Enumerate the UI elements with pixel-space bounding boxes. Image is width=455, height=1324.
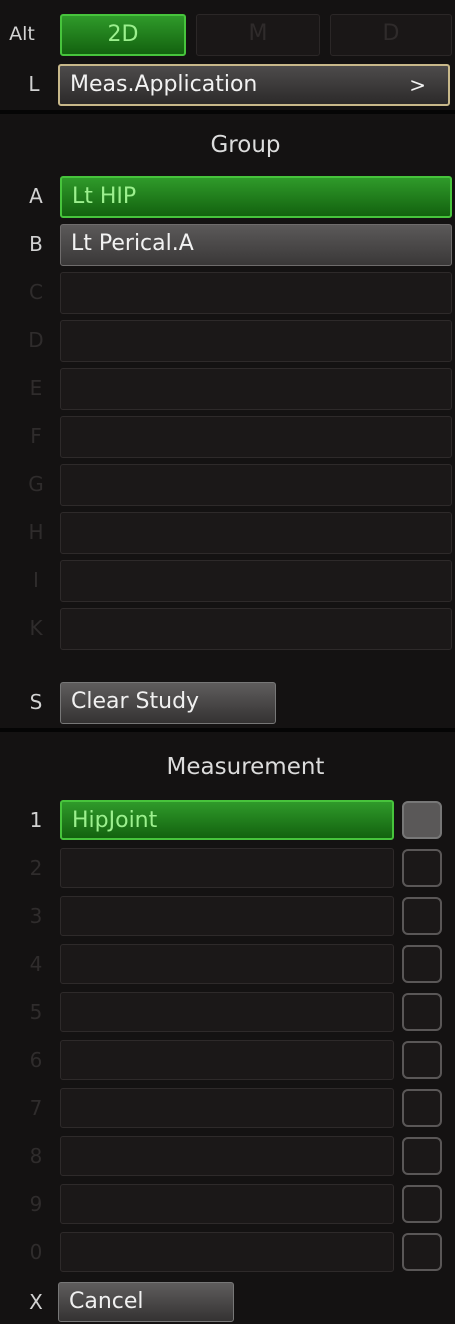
mode-d-button[interactable]: D [330, 14, 452, 56]
measurement-key-label: 0 [29, 1240, 43, 1264]
measurement-checkbox[interactable] [402, 1041, 442, 1079]
group-item-b[interactable]: Lt Perical.A [60, 224, 452, 266]
measurement-checkbox[interactable] [402, 945, 442, 983]
measurement-item-2[interactable] [60, 848, 394, 888]
meas-application-button[interactable]: Meas.Application > [58, 64, 450, 106]
group-item-i[interactable] [60, 560, 452, 602]
measurement-item-0[interactable] [60, 1232, 394, 1272]
group-item-k[interactable] [60, 608, 452, 650]
cancel-key-label: X [29, 1290, 43, 1314]
group-item-f[interactable] [60, 416, 452, 458]
group-item-h[interactable] [60, 512, 452, 554]
group-key-label: K [29, 616, 43, 640]
measurement-key-label: 1 [29, 808, 43, 832]
measurement-key-label: 2 [29, 856, 43, 880]
chevron-right-icon: > [409, 73, 426, 97]
measurement-item-3[interactable] [60, 896, 394, 936]
measurement-checkbox[interactable] [402, 1089, 442, 1127]
group-item-e[interactable] [60, 368, 452, 410]
measurement-checkbox[interactable] [402, 849, 442, 887]
group-key-label: E [29, 376, 43, 400]
measurement-checkbox[interactable] [402, 1185, 442, 1223]
group-key-label: C [29, 280, 43, 304]
group-item-c[interactable] [60, 272, 452, 314]
measurement-key-label: 9 [29, 1192, 43, 1216]
mode-panel: Alt 2D M D L Meas.Application > [0, 0, 455, 110]
measurement-key-label: 4 [29, 952, 43, 976]
clear-study-button[interactable]: Clear Study [60, 682, 276, 724]
measurement-item-8[interactable] [60, 1136, 394, 1176]
measurement-item-5[interactable] [60, 992, 394, 1032]
measurement-item-9[interactable] [60, 1184, 394, 1224]
l-key-label: L [28, 72, 40, 96]
measurement-key-label: 3 [29, 904, 43, 928]
measurement-item-4[interactable] [60, 944, 394, 984]
group-item-d[interactable] [60, 320, 452, 362]
measurement-panel: Measurement 1 HipJoint 2 3 4 5 6 7 8 9 0 X Cancel [0, 732, 455, 1324]
measurement-key-label: 8 [29, 1144, 43, 1168]
measurement-item-1[interactable]: HipJoint [60, 800, 394, 840]
group-key-label: A [29, 184, 43, 208]
measurement-key-label: 7 [29, 1096, 43, 1120]
measurement-key-label: 6 [29, 1048, 43, 1072]
group-item-a[interactable]: Lt HIP [60, 176, 452, 218]
meas-application-label: Meas.Application [70, 72, 258, 97]
measurement-key-label: 5 [29, 1000, 43, 1024]
measurement-checkbox[interactable] [402, 993, 442, 1031]
measurement-item-7[interactable] [60, 1088, 394, 1128]
group-key-label: G [28, 472, 44, 496]
clear-study-key-label: S [29, 690, 43, 714]
group-key-label: D [28, 328, 44, 352]
group-key-label: B [29, 232, 43, 256]
group-key-label: I [33, 568, 39, 592]
cancel-button[interactable]: Cancel [58, 1282, 234, 1322]
measurement-checkbox[interactable] [402, 1137, 442, 1175]
measurement-item-6[interactable] [60, 1040, 394, 1080]
measurement-header: Measurement [166, 754, 325, 780]
mode-2d-button[interactable]: 2D [60, 14, 186, 56]
group-key-label: H [28, 520, 44, 544]
group-header: Group [210, 132, 281, 158]
measurement-checkbox[interactable] [402, 897, 442, 935]
measurement-checkbox[interactable] [402, 801, 442, 839]
group-key-label: F [30, 424, 42, 448]
mode-m-button[interactable]: M [196, 14, 320, 56]
measurement-checkbox[interactable] [402, 1233, 442, 1271]
alt-key-label: Alt [9, 23, 35, 45]
group-panel: Group A Lt HIP B Lt Perical.A C D E F G H I K S Cle… [0, 114, 455, 728]
group-item-g[interactable] [60, 464, 452, 506]
